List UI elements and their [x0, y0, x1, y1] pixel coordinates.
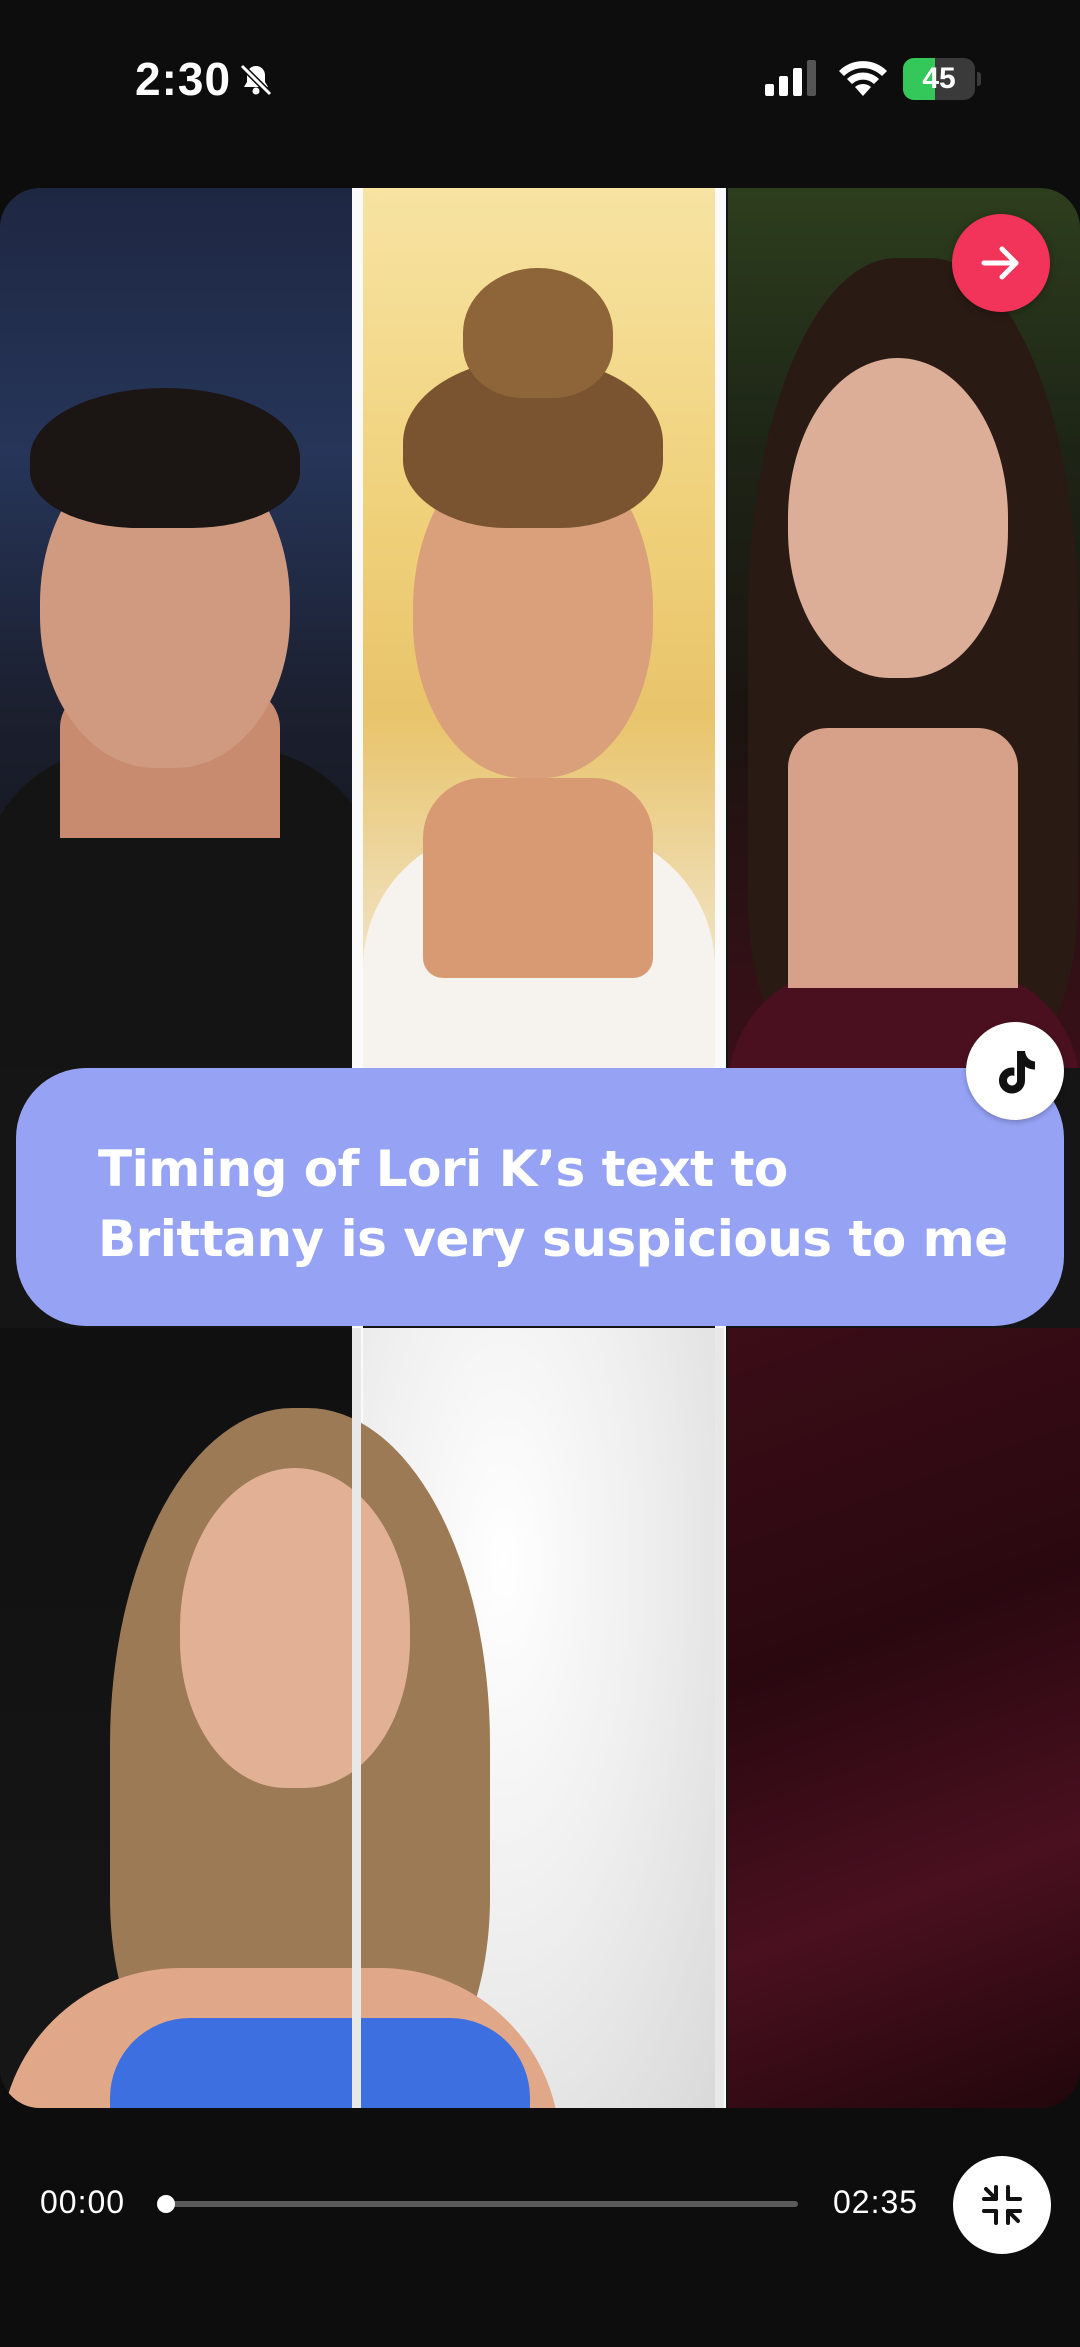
- divider: [352, 1328, 361, 2108]
- collapse-icon: [982, 2185, 1022, 2225]
- progress-thumb[interactable]: [157, 2195, 175, 2213]
- photo-top-center: [363, 188, 715, 1068]
- total-time: 02:35: [833, 2184, 919, 2220]
- arrow-right-icon: [981, 246, 1019, 280]
- next-button[interactable]: [952, 214, 1050, 312]
- battery-percent: 45: [922, 62, 956, 95]
- wifi-icon: [839, 61, 887, 96]
- cellular-signal-icon: [765, 60, 816, 96]
- photo-overlay-person: [0, 1408, 560, 2108]
- bell-off-icon: [239, 63, 273, 97]
- battery-charging-icon: 45: [903, 58, 981, 100]
- status-time: 2:30: [135, 53, 232, 105]
- tiktok-badge[interactable]: [966, 1022, 1064, 1120]
- divider: [715, 1328, 724, 2108]
- status-bar: 2:30 45: [0, 0, 1080, 160]
- photo-top-right: [728, 188, 1080, 1068]
- current-time: 00:00: [40, 2184, 126, 2220]
- caption-bubble: Timing of Lori K’s text to Brittany is v…: [16, 1068, 1064, 1326]
- tiktok-logo-icon: [999, 1051, 1035, 1094]
- progress-bar[interactable]: [157, 2195, 798, 2213]
- player-controls: 00:00 02:35: [0, 2140, 1080, 2270]
- collapse-button[interactable]: [953, 2156, 1051, 2254]
- photo-top-left: [0, 188, 352, 1068]
- caption-text: Timing of Lori K’s text to Brittany is v…: [98, 1140, 1008, 1268]
- photo-bottom-right: [728, 1328, 1080, 2108]
